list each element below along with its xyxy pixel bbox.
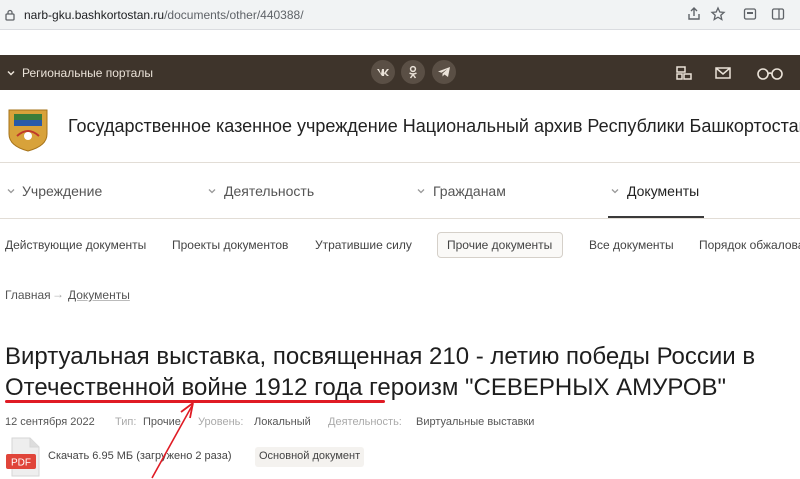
header-divider xyxy=(0,162,800,163)
main-document-badge: Основной документ xyxy=(255,447,365,467)
site-info-icon[interactable] xyxy=(4,9,16,21)
extensions-icon[interactable] xyxy=(742,6,758,22)
sub-nav-all-documents[interactable]: Все документы xyxy=(589,238,674,252)
main-nav-citizens[interactable]: Гражданам xyxy=(433,183,506,199)
page-title-line-2: Отечественной войне 1912 года героизм "С… xyxy=(5,374,727,401)
type-label: Тип: xyxy=(115,416,137,428)
url-text[interactable]: narb-gku.bashkortostan.ru/documents/othe… xyxy=(24,8,304,22)
share-icon[interactable] xyxy=(686,6,702,22)
chevron-down-icon xyxy=(417,189,425,194)
level-value: Локальный xyxy=(254,416,311,428)
bookmark-star-icon[interactable] xyxy=(710,6,726,22)
regional-portals-bar: Региональные порталы xyxy=(0,55,800,90)
page-title: Виртуальная выставка, посвященная 210 - … xyxy=(5,341,800,403)
side-panel-icon[interactable] xyxy=(770,6,786,22)
activity-value: Виртуальные выставки xyxy=(416,416,535,428)
mail-icon[interactable] xyxy=(714,64,732,82)
url-path: /documents/other/440388/ xyxy=(164,8,304,22)
breadcrumb-documents[interactable]: Документы xyxy=(68,288,130,302)
sub-nav-draft-documents[interactable]: Проекты документов xyxy=(172,238,288,252)
breadcrumb-separator: → xyxy=(52,287,64,301)
chevron-down-icon[interactable] xyxy=(6,68,16,78)
url-host: narb-gku.bashkortostan.ru xyxy=(24,8,165,22)
breadcrumb-home[interactable]: Главная xyxy=(5,288,51,302)
vk-icon xyxy=(377,69,389,76)
sub-nav-expired[interactable]: Утратившие силу xyxy=(315,238,412,252)
odnoklassniki-icon xyxy=(409,65,417,79)
regional-portals-label[interactable]: Региональные порталы xyxy=(22,66,153,80)
page-title-line-1: Виртуальная выставка, посвященная 210 - … xyxy=(5,343,756,370)
odnoklassniki-link[interactable] xyxy=(401,60,425,84)
accessibility-glasses-icon[interactable] xyxy=(756,64,784,82)
archives-logo[interactable] xyxy=(5,96,51,152)
sub-nav-current-documents[interactable]: Действующие документы xyxy=(5,238,146,252)
chevron-down-icon xyxy=(7,189,15,194)
organization-title: Государственное казенное учреждение Наци… xyxy=(68,116,800,136)
sub-nav-other-documents[interactable]: Прочие документы xyxy=(447,238,552,252)
telegram-link[interactable] xyxy=(432,60,456,84)
browser-toolbar: narb-gku.bashkortostan.ru/documents/othe… xyxy=(0,0,800,30)
pdf-file-icon[interactable]: PDF xyxy=(6,437,42,477)
activity-label: Деятельность: xyxy=(328,416,402,428)
chevron-down-icon xyxy=(611,189,619,194)
main-nav-documents[interactable]: Документы xyxy=(627,183,699,199)
sub-nav-appeal-procedure[interactable]: Порядок обжалова xyxy=(699,238,800,252)
pdf-badge-label: PDF xyxy=(11,458,31,469)
version-switch-icon[interactable] xyxy=(675,64,693,82)
main-nav-activity[interactable]: Деятельность xyxy=(224,183,314,199)
nav-divider xyxy=(0,218,800,219)
address-bar[interactable]: narb-gku.bashkortostan.ru/documents/othe… xyxy=(0,2,734,28)
main-nav-institution[interactable]: Учреждение xyxy=(22,183,102,199)
annotation-arrow xyxy=(151,402,194,479)
document-date: 12 сентября 2022 xyxy=(5,416,95,428)
vk-link[interactable] xyxy=(371,60,395,84)
chevron-down-icon xyxy=(208,189,216,194)
telegram-icon xyxy=(438,67,450,77)
